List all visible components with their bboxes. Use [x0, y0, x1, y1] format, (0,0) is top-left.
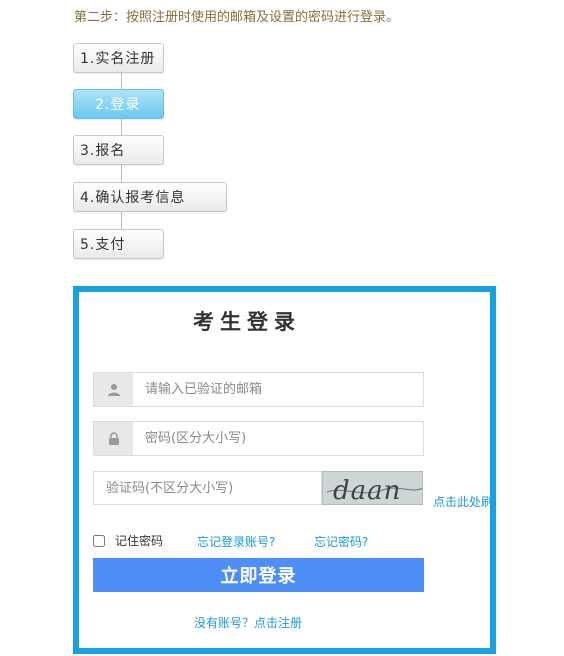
password-field: [93, 421, 424, 456]
remember-checkbox[interactable]: [93, 534, 105, 547]
captcha-input[interactable]: [93, 471, 322, 505]
lock-icon: [94, 422, 133, 455]
remember-label: 记住密码: [115, 534, 164, 548]
login-title: 考生登录: [193, 310, 301, 334]
email-field: [93, 372, 424, 407]
step-2-button[interactable]: 2.登录: [73, 89, 164, 119]
password-input[interactable]: [133, 422, 423, 455]
register-link[interactable]: 没有账号？点击注册: [194, 614, 302, 631]
step-3-button[interactable]: 3.报名: [73, 135, 164, 165]
forgot-password-link[interactable]: 忘记密码?: [314, 533, 368, 550]
captcha-text: daan: [333, 476, 401, 505]
step-heading: 第二步：按照注册时使用的邮箱及设置的密码进行登录。: [74, 10, 400, 25]
captcha-image[interactable]: daan: [322, 471, 423, 505]
step-1-button[interactable]: 1.实名注册: [73, 43, 164, 73]
login-button[interactable]: 立即登录: [93, 558, 424, 592]
step-4-button[interactable]: 4.确认报考信息: [73, 182, 227, 212]
refresh-captcha-link[interactable]: 点击此处刷: [433, 493, 490, 510]
remember-password[interactable]: 记住密码: [93, 532, 163, 549]
step-5-button[interactable]: 5.支付: [73, 229, 164, 259]
forgot-account-link[interactable]: 忘记登录账号?: [197, 533, 275, 550]
user-icon: [94, 373, 133, 406]
email-input[interactable]: [133, 373, 423, 406]
steps-flow: 1.实名注册 2.登录 3.报名 4.确认报考信息 5.支付: [73, 43, 233, 261]
login-panel: 考生登录 daan 点击此处刷 记住密码 忘记登录账号? 忘: [73, 286, 496, 654]
